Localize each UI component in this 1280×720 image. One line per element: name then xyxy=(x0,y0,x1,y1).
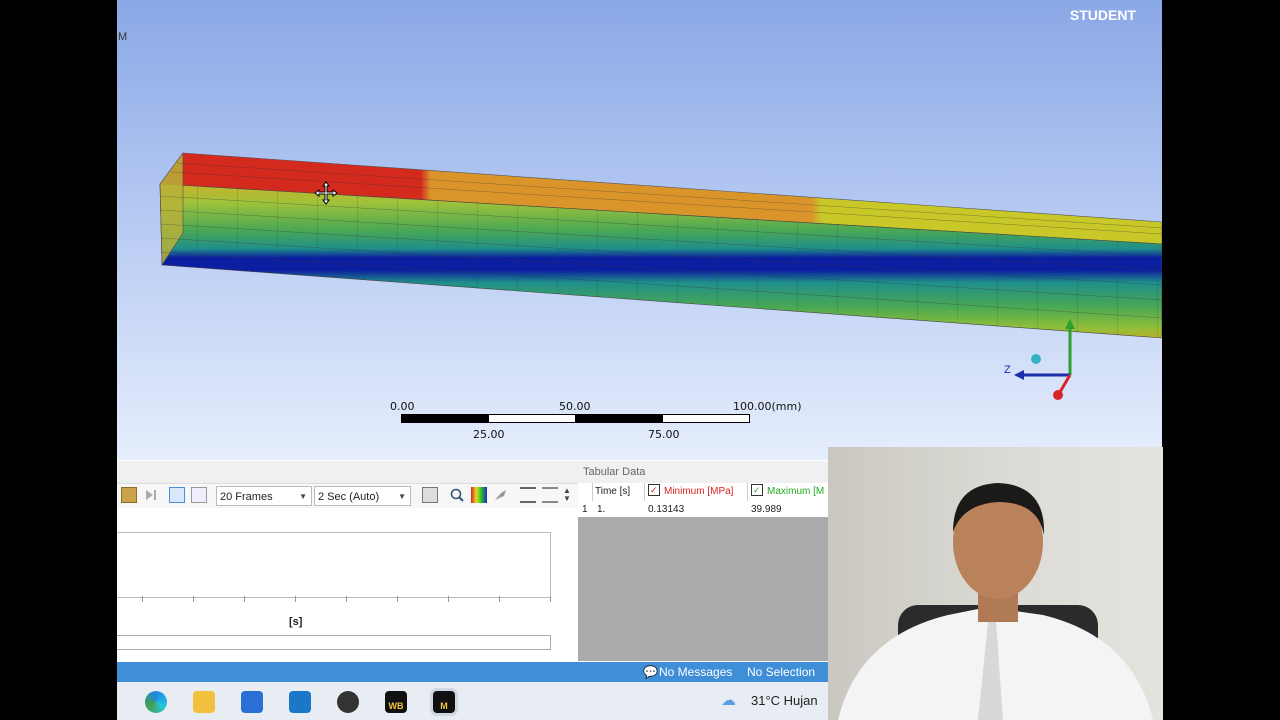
weather-status[interactable]: 31°C Hujan xyxy=(751,693,818,708)
edge-browser-icon[interactable] xyxy=(145,691,167,713)
x-axis-tick xyxy=(244,596,245,602)
mechanical-icon[interactable]: M xyxy=(433,691,455,713)
selection-status: No Selection xyxy=(747,665,816,679)
column-header-maximum-label: Maximum [M xyxy=(767,486,825,497)
list-icon[interactable] xyxy=(520,487,536,503)
file-explorer-icon[interactable] xyxy=(193,691,215,713)
column-header-minimum-label: Minimum [MPa] xyxy=(664,486,734,497)
scale-ruler: 0.00 50.00 100.00(mm) 25.00 75.00 xyxy=(385,398,825,444)
webcam-overlay xyxy=(828,447,1163,720)
x-axis-tick xyxy=(193,596,194,602)
axis-triad[interactable]: Z xyxy=(1002,295,1092,405)
x-axis-tick xyxy=(550,596,551,602)
workbench-icon-label: WB xyxy=(388,701,404,711)
mail-icon[interactable] xyxy=(289,691,311,713)
graph-plot-area[interactable] xyxy=(117,532,551,598)
scale-label-100: 100.00(mm) xyxy=(733,400,802,413)
microsoft-store-icon[interactable] xyxy=(241,691,263,713)
tabular-data-title: Tabular Data xyxy=(578,461,828,483)
messages-icon[interactable]: 💬 xyxy=(643,662,658,682)
scale-label-75: 75.00 xyxy=(648,428,680,441)
list-options-icon[interactable] xyxy=(542,487,558,503)
checkbox-minimum[interactable] xyxy=(648,483,660,499)
presenter-video xyxy=(838,483,1153,720)
scale-segment xyxy=(662,414,750,423)
step-forward-icon[interactable] xyxy=(143,487,159,503)
graph-panel[interactable]: [s] xyxy=(117,508,578,661)
row-time: 1. xyxy=(597,504,606,515)
messages-status[interactable]: No Messages xyxy=(659,662,732,682)
scale-segment xyxy=(575,414,663,423)
column-header-maximum[interactable]: Maximum [M xyxy=(747,483,832,501)
scale-label-0: 0.00 xyxy=(390,400,415,413)
frames-select[interactable]: 20 Frames ▼ xyxy=(216,486,312,506)
scale-segment xyxy=(488,414,576,423)
result-frames-icon[interactable] xyxy=(191,487,207,503)
x-axis-tick xyxy=(499,596,500,602)
row-index: 1 xyxy=(582,504,588,515)
axis-triad-icon xyxy=(1014,319,1075,400)
export-video-icon[interactable] xyxy=(422,487,438,503)
column-header-minimum[interactable]: Minimum [MPa] xyxy=(644,483,748,501)
checkbox-maximum[interactable] xyxy=(751,483,763,499)
column-header-time[interactable]: Time [s] xyxy=(595,483,641,501)
move-cursor-icon xyxy=(314,181,338,205)
graphics-viewport[interactable]: STUDENT M 0.00 50.00 100.00(mm) 25.00 75… xyxy=(117,0,1162,460)
row-maximum: 39.989 xyxy=(751,504,782,515)
mechanical-icon-label: M xyxy=(440,701,448,711)
scale-label-50: 50.00 xyxy=(559,400,591,413)
chevron-down-icon: ▼ xyxy=(398,492,406,501)
probe-icon[interactable] xyxy=(493,487,509,503)
tabular-header-row: Time [s] Minimum [MPa] Maximum [M xyxy=(578,483,828,502)
obs-studio-icon[interactable] xyxy=(337,691,359,713)
table-row[interactable]: 1 1. 0.13143 39.989 xyxy=(578,501,828,517)
x-axis-tick xyxy=(346,596,347,602)
x-axis-unit-label: [s] xyxy=(289,616,303,628)
scale-label-25: 25.00 xyxy=(473,428,505,441)
stop-icon[interactable] xyxy=(121,487,137,503)
animation-toolbar: 20 Frames ▼ 2 Sec (Auto) ▼ ▲ ▼ xyxy=(117,484,578,508)
x-axis-tick xyxy=(295,596,296,602)
workbench-icon[interactable]: WB xyxy=(385,691,407,713)
row-minimum: 0.13143 xyxy=(648,504,685,515)
frames-select-value: 20 Frames xyxy=(220,491,273,503)
zoom-icon[interactable] xyxy=(449,487,465,503)
x-axis-tick xyxy=(448,596,449,602)
z-axis-label: Z xyxy=(1004,364,1011,376)
toolbar-overflow-icon[interactable]: ▲ ▼ xyxy=(563,487,571,503)
duration-select[interactable]: 2 Sec (Auto) ▼ xyxy=(314,486,411,506)
tabular-data-panel: Tabular Data Time [s] Minimum [MPa] Maxi… xyxy=(578,461,828,661)
time-slider[interactable] xyxy=(117,635,551,650)
x-axis-tick xyxy=(142,596,143,602)
color-legend-icon[interactable] xyxy=(471,487,487,503)
x-axis-tick xyxy=(397,596,398,602)
distributed-frames-icon[interactable] xyxy=(169,487,185,503)
scale-segment xyxy=(401,414,489,423)
chevron-down-icon: ▼ xyxy=(299,492,307,501)
duration-select-value: 2 Sec (Auto) xyxy=(318,491,380,503)
weather-icon: ☁ xyxy=(721,692,736,709)
